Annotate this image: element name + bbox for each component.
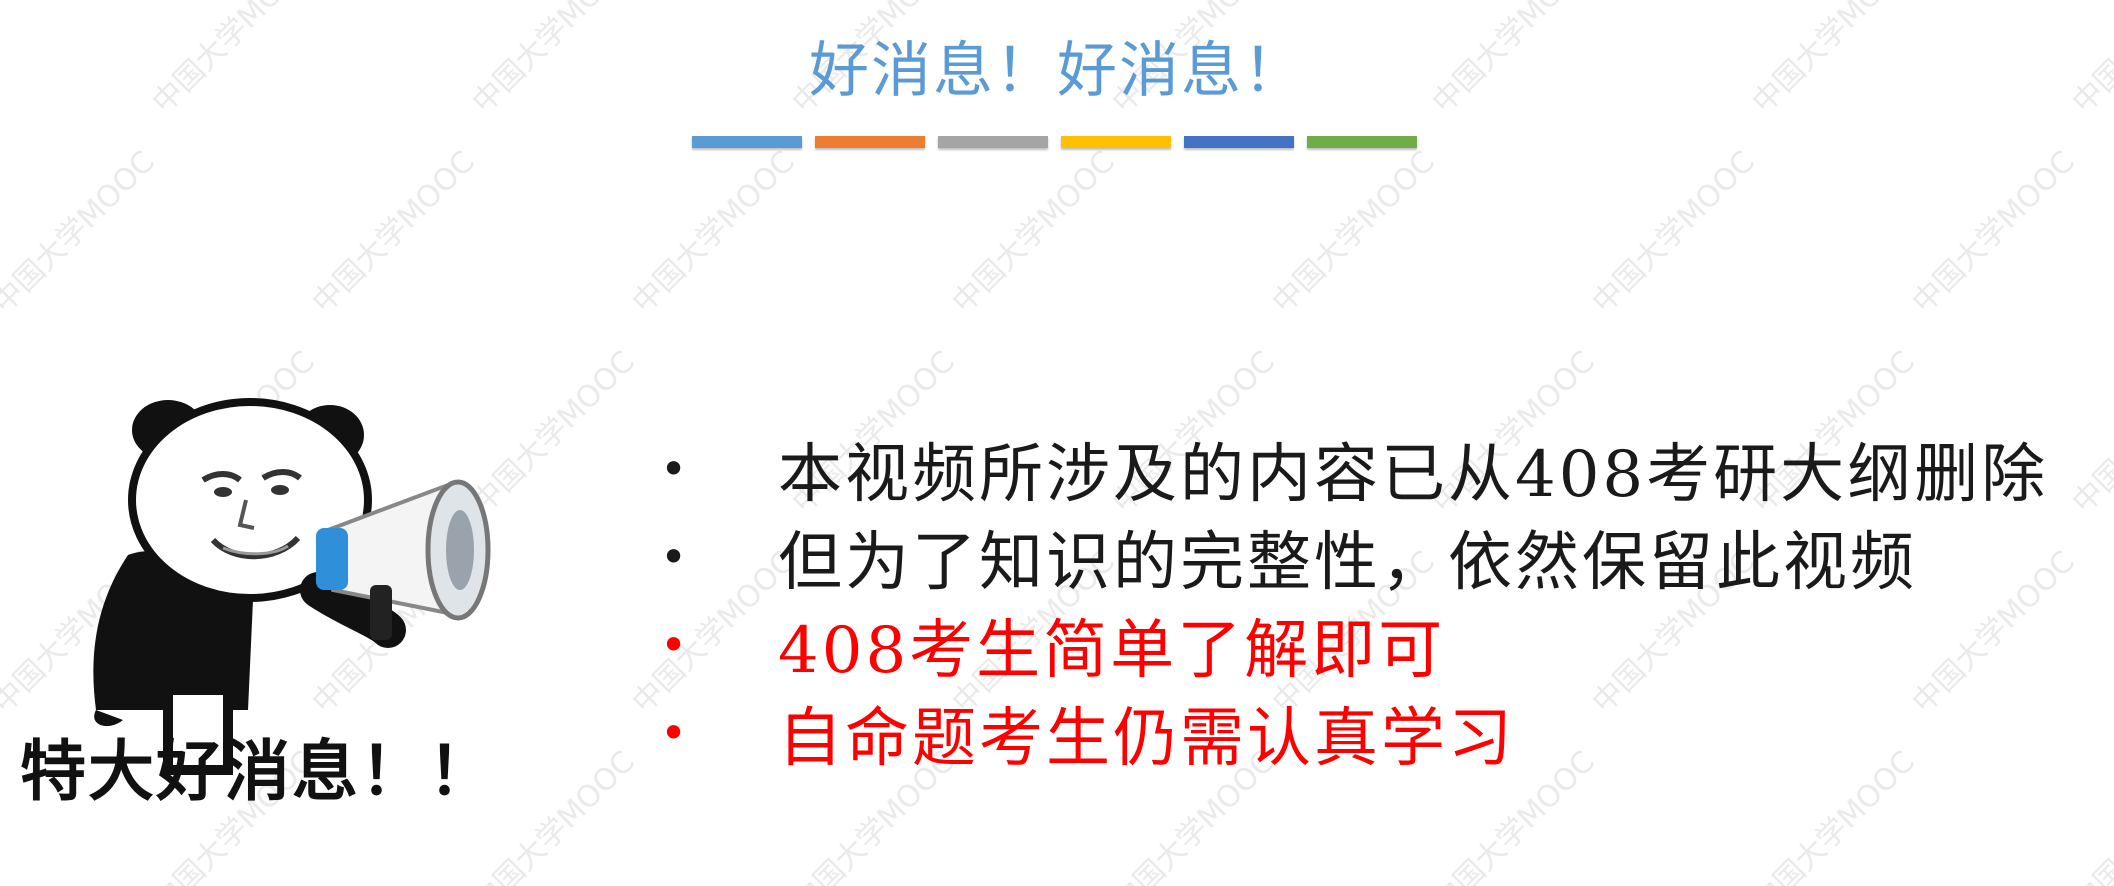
watermark-text: 中国大学MOOC	[2065, 744, 2114, 886]
meme-caption: 特大好消息！！	[20, 733, 496, 810]
watermark-text: 中国大学MOOC	[1905, 144, 2082, 321]
title-underline-bars	[692, 136, 1417, 148]
title-bar-2	[815, 136, 925, 148]
watermark-text: 中国大学MOOC	[625, 144, 802, 321]
title-bar-4	[1061, 136, 1171, 148]
bullet-dot-icon: •	[660, 442, 688, 496]
watermark-text: 中国大学MOOC	[0, 144, 162, 321]
watermark-text: 中国大学MOOC	[1265, 144, 1442, 321]
watermark-text: 中国大学MOOC	[945, 144, 1122, 321]
bullet-dot-icon: •	[660, 706, 688, 760]
title-bar-6	[1307, 136, 1417, 148]
bullet-text: 自命题考生仍需认真学习	[778, 702, 1515, 776]
bullet-item: • 本视频所涉及的内容已从408考研大纲删除	[660, 425, 2048, 513]
bullet-text: 本视频所涉及的内容已从408考研大纲删除	[778, 438, 2049, 512]
bullet-list: • 本视频所涉及的内容已从408考研大纲删除 • 但为了知识的完整性，依然保留此视频 •…	[660, 425, 2048, 777]
title-bar-5	[1184, 136, 1294, 148]
bullet-text: 但为了知识的完整性，依然保留此视频	[778, 526, 1917, 600]
bullet-item: • 自命题考生仍需认真学习	[660, 689, 2048, 777]
bullet-item: • 408考生简单了解即可	[660, 601, 2048, 689]
bullet-dot-icon: •	[660, 618, 688, 672]
slide-title: 好消息！好消息！	[809, 36, 1305, 106]
slide: 中国大学MOOC 中国大学MOOC 中国大学MOOC 中国大学MOOC 中国大学MOOC…	[0, 0, 2114, 886]
title-bar-3	[938, 136, 1048, 148]
watermark-text: 中国大学MOOC	[1585, 144, 1762, 321]
bullet-dot-icon: •	[660, 530, 688, 584]
bullet-item: • 但为了知识的完整性，依然保留此视频	[660, 513, 2048, 601]
title-bar-1	[692, 136, 802, 148]
bullet-text: 408考生简单了解即可	[778, 614, 1446, 688]
watermark-text: 中国大学MOOC	[2065, 344, 2114, 521]
watermark-text: 中国大学MOOC	[305, 144, 482, 321]
